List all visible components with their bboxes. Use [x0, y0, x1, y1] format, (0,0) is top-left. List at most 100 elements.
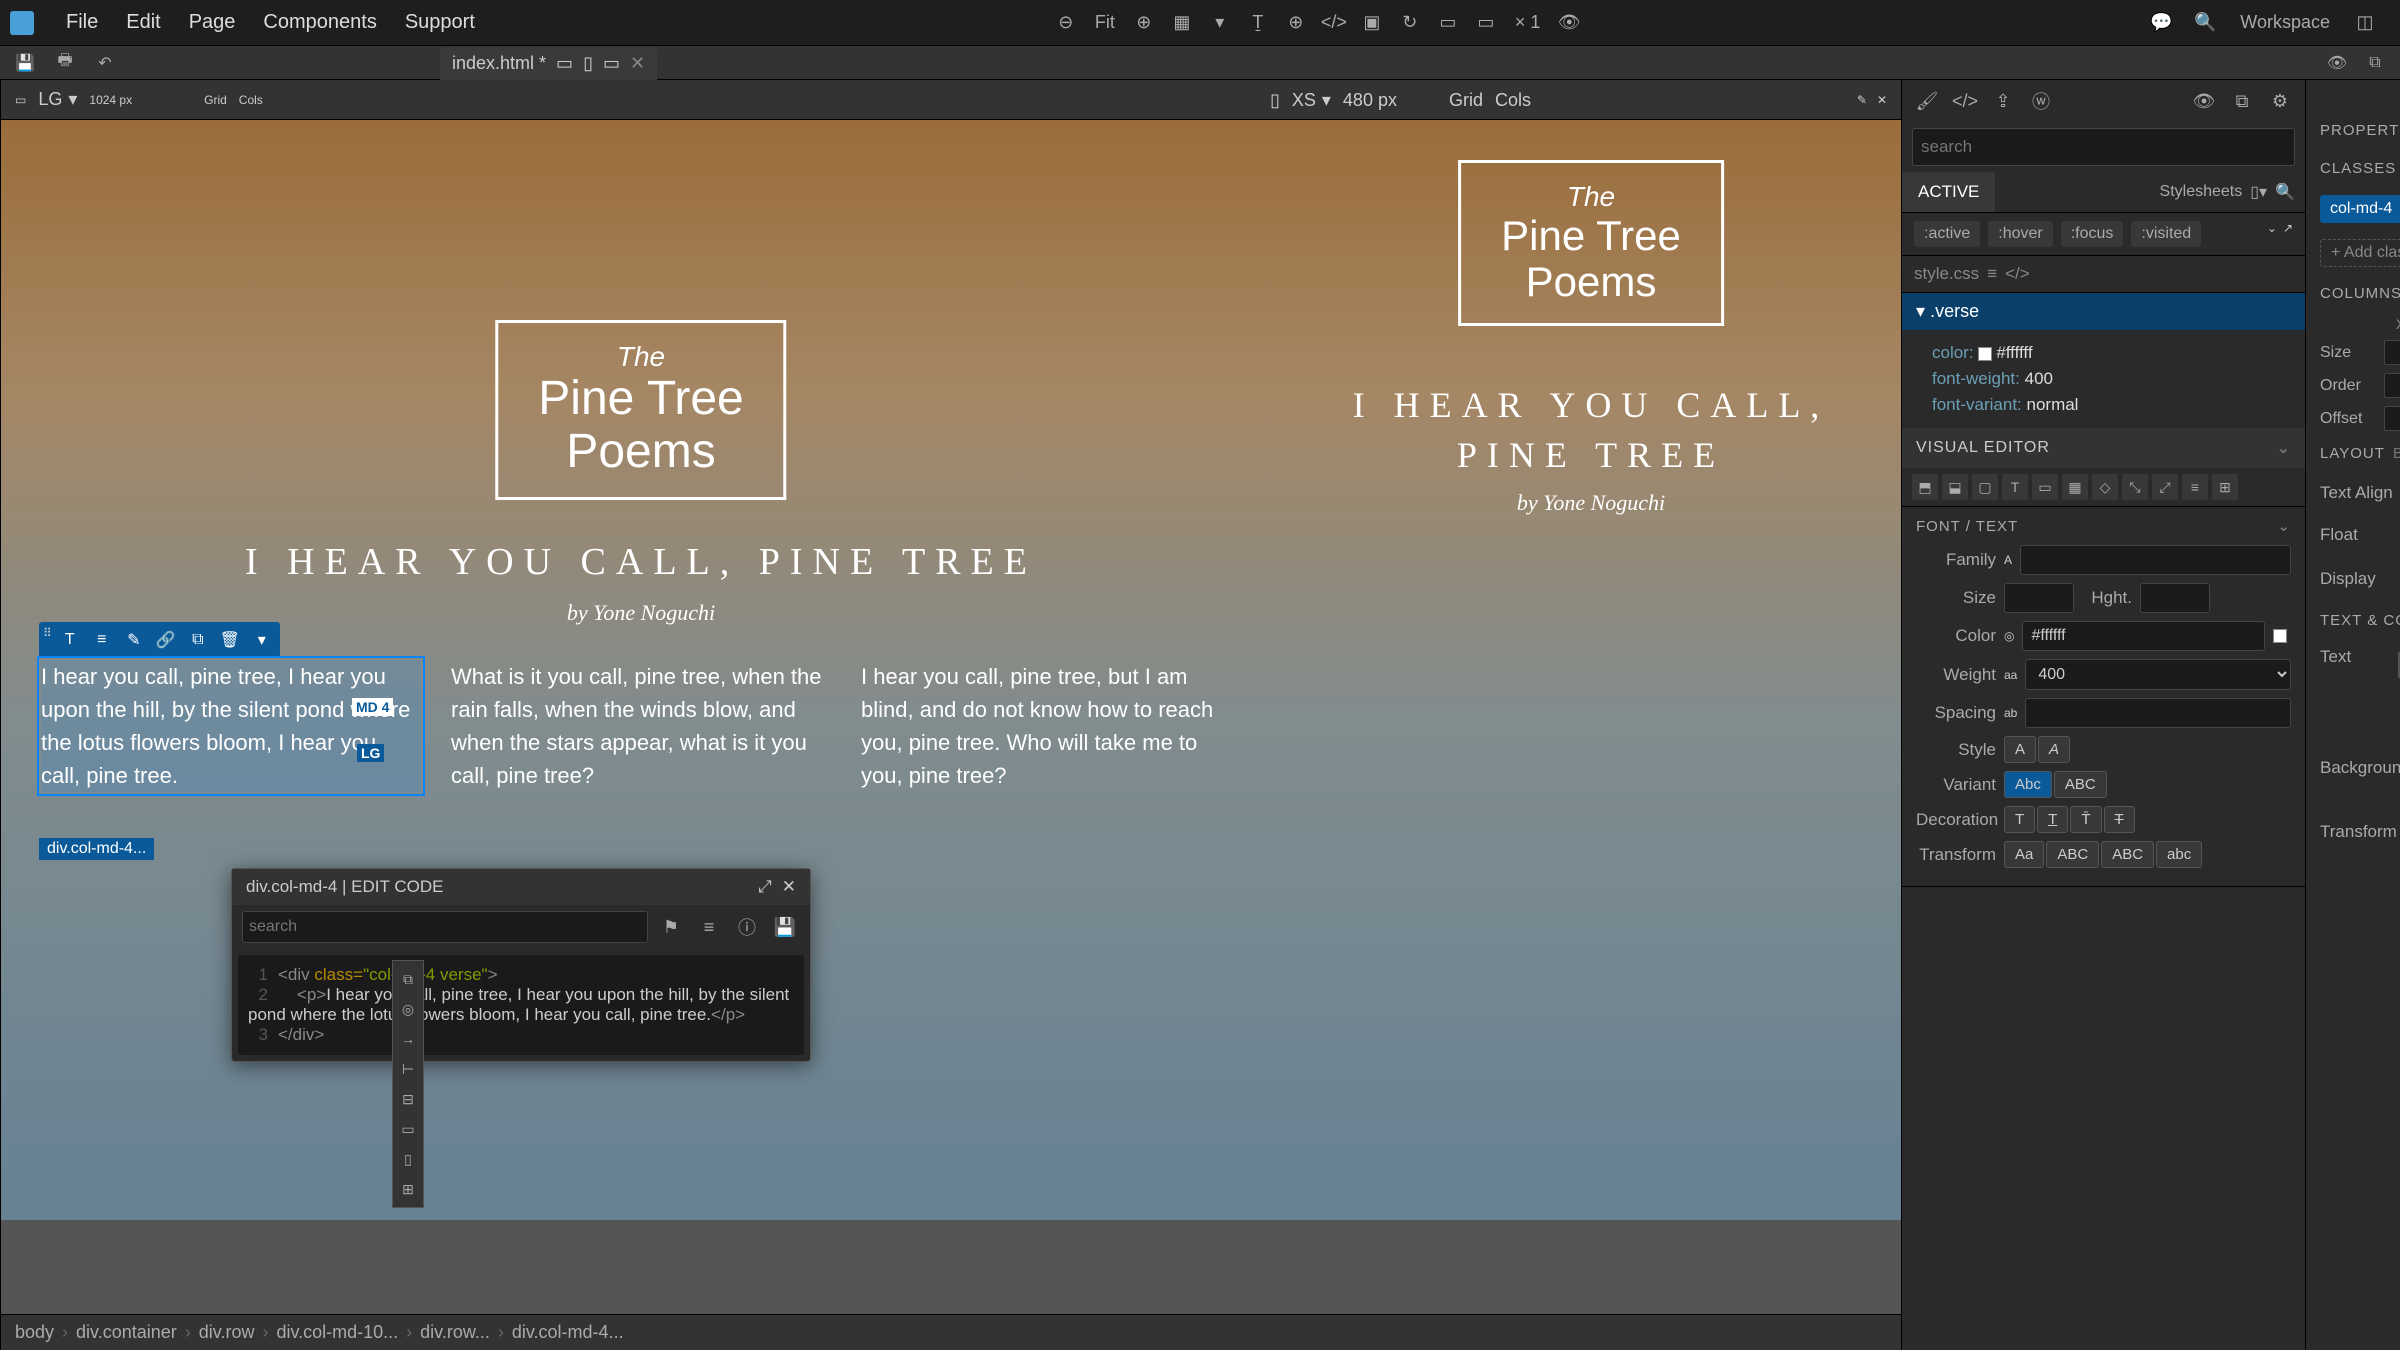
vt-10[interactable]: ≡: [2182, 474, 2208, 500]
grid-toggle[interactable]: Grid: [204, 93, 227, 107]
close-tab-icon[interactable]: ✕: [630, 53, 645, 74]
style-search-input[interactable]: [1912, 128, 2295, 166]
vt-6[interactable]: ▦: [2062, 474, 2088, 500]
pseudo-hover[interactable]: :hover: [1988, 221, 2052, 247]
edit-icon[interactable]: ✎: [1857, 93, 1867, 107]
vt-5[interactable]: ▭: [2032, 474, 2058, 500]
save-icon[interactable]: 💾: [10, 48, 40, 78]
side-collapse-icon[interactable]: ⊟: [393, 1085, 423, 1113]
code-popup-search[interactable]: [242, 911, 648, 943]
tr-cap[interactable]: ABC: [2101, 841, 2154, 868]
close-popup-icon[interactable]: ✕: [782, 877, 796, 897]
breakpoint-lg[interactable]: LG ▾: [38, 89, 77, 110]
popup-flag-icon[interactable]: ⚑: [656, 912, 686, 942]
tr-lower[interactable]: abc: [2156, 841, 2202, 868]
crosshair-icon[interactable]: ⊕: [1281, 8, 1311, 38]
side-arrow-icon[interactable]: →: [393, 1025, 423, 1053]
variant-smallcaps[interactable]: ABC: [2054, 771, 2107, 798]
search-icon[interactable]: 🔍: [2190, 8, 2220, 38]
tr-none[interactable]: Aa: [2004, 841, 2044, 868]
pencil-icon[interactable]: ✎: [120, 626, 148, 654]
grid-toggle-icon[interactable]: ▦: [1167, 8, 1197, 38]
class-chip-colmd4[interactable]: col-md-4✕: [2320, 195, 2400, 223]
dec-underline[interactable]: T: [2037, 806, 2068, 833]
vt-11[interactable]: ⊞: [2212, 474, 2238, 500]
popup-info-icon[interactable]: ⓘ: [732, 912, 762, 942]
font-family-icon[interactable]: A: [2004, 553, 2012, 567]
menu-file[interactable]: File: [52, 5, 112, 40]
export-icon[interactable]: ⇪: [1988, 86, 2018, 116]
print-icon[interactable]: 🖶: [50, 48, 80, 78]
device-icon[interactable]: ▭: [15, 93, 26, 107]
device-mobile-icon[interactable]: ▯: [583, 53, 593, 74]
device-desktop-icon[interactable]: ▭: [556, 53, 573, 74]
cols-toggle-xs[interactable]: Cols: [1495, 90, 1531, 111]
pseudo-more-icon[interactable]: ⌄: [2267, 221, 2277, 247]
pseudo-target-icon[interactable]: ↗: [2283, 221, 2293, 247]
dec-none[interactable]: T: [2004, 806, 2035, 833]
color-swatch[interactable]: [1978, 347, 1992, 361]
menu-components[interactable]: Components: [249, 5, 390, 40]
style-italic[interactable]: A: [2038, 736, 2070, 763]
variant-normal[interactable]: Abc: [2004, 771, 2052, 798]
file-tab[interactable]: index.html * ▭ ▯ ▭ ✕: [440, 47, 657, 80]
device-tablet-icon[interactable]: ▭: [603, 53, 620, 74]
vt-2[interactable]: ⬓: [1942, 474, 1968, 500]
vt-3[interactable]: ▢: [1972, 474, 1998, 500]
menu-page[interactable]: Page: [175, 5, 250, 40]
rule-body[interactable]: color: #ffffff font-weight: 400 font-var…: [1902, 330, 2305, 428]
crumb-container[interactable]: div.container: [76, 1322, 177, 1343]
pseudo-visited[interactable]: :visited: [2131, 221, 2201, 247]
device-mobile-icon[interactable]: ▯: [1270, 90, 1280, 111]
text-edit-icon[interactable]: T: [56, 626, 84, 654]
code-popup-body[interactable]: 1<div class="col-md-4 verse"> 2 <p>I hea…: [238, 955, 804, 1055]
panel-toggle-icon[interactable]: ◫: [2350, 8, 2380, 38]
code-icon[interactable]: </>: [1319, 8, 1349, 38]
copy-icon[interactable]: ⧉: [2360, 48, 2390, 78]
tr-upper[interactable]: ABC: [2046, 841, 2099, 868]
preview-xs[interactable]: The Pine Tree Poems I HEAR YOU CALL, PIN…: [1281, 120, 1901, 1220]
js-icon[interactable]: ▣: [1357, 8, 1387, 38]
verse-3[interactable]: I hear you call, pine tree, but I am bli…: [861, 660, 1241, 792]
align-icon[interactable]: ≡: [88, 626, 116, 654]
order-xs[interactable]: [2384, 373, 2400, 398]
vt-1[interactable]: ⬒: [1912, 474, 1938, 500]
stylesheets-search-icon[interactable]: 🔍: [2275, 182, 2295, 202]
preview-lg[interactable]: The Pine Tree Poems I HEAR YOU CALL, PIN…: [1, 120, 1281, 1220]
eye-icon[interactable]: 👁: [2322, 48, 2352, 78]
hght-input[interactable]: [2140, 583, 2210, 613]
brush-icon[interactable]: 🖌: [1912, 86, 1942, 116]
trash-icon[interactable]: 🗑: [216, 626, 244, 654]
crumb-body[interactable]: body: [15, 1322, 54, 1343]
vt-4[interactable]: T: [2002, 474, 2028, 500]
weight-select[interactable]: 400: [2025, 659, 2291, 690]
eye2-icon[interactable]: 👁: [2189, 86, 2219, 116]
side-row-icon[interactable]: ▭: [393, 1115, 423, 1143]
dec-strike[interactable]: T: [2104, 806, 2135, 833]
verse-1-selected[interactable]: I hear you call, pine tree, I hear you u…: [41, 660, 421, 792]
vt-7[interactable]: ◇: [2092, 474, 2118, 500]
side-col-icon[interactable]: ▯: [393, 1145, 423, 1173]
side-copy-icon[interactable]: ⧉: [393, 965, 423, 993]
size-xs[interactable]: [2384, 340, 2400, 365]
crumb-row2[interactable]: div.row...: [420, 1322, 490, 1343]
more-icon[interactable]: ▾: [248, 626, 276, 654]
zoom-in-icon[interactable]: ⊕: [1129, 8, 1159, 38]
size-input[interactable]: [2004, 583, 2074, 613]
crumb-col10[interactable]: div.col-md-10...: [276, 1322, 398, 1343]
app-logo[interactable]: [10, 11, 34, 35]
pseudo-focus[interactable]: :focus: [2061, 221, 2124, 247]
stylesheets-label[interactable]: Stylesheets: [2160, 183, 2243, 201]
move-handle-icon[interactable]: ⠿: [43, 626, 52, 654]
visibility-icon[interactable]: 👁: [1554, 8, 1584, 38]
text-height-icon[interactable]: Ṯ: [1243, 8, 1273, 38]
close-preview-icon[interactable]: ✕: [1877, 93, 1887, 107]
dropdown-icon[interactable]: ▾: [1205, 8, 1235, 38]
browser-preview-icon[interactable]: ▭: [1433, 8, 1463, 38]
popup-wrap-icon[interactable]: ≡: [694, 912, 724, 942]
visual-editor-header[interactable]: VISUAL EDITOR ⌄: [1902, 428, 2305, 468]
pseudo-active[interactable]: :active: [1914, 221, 1980, 247]
window-icon[interactable]: ▭: [1471, 8, 1501, 38]
color-preview[interactable]: [2273, 629, 2287, 643]
zoom-out-icon[interactable]: ⊖: [1051, 8, 1081, 38]
